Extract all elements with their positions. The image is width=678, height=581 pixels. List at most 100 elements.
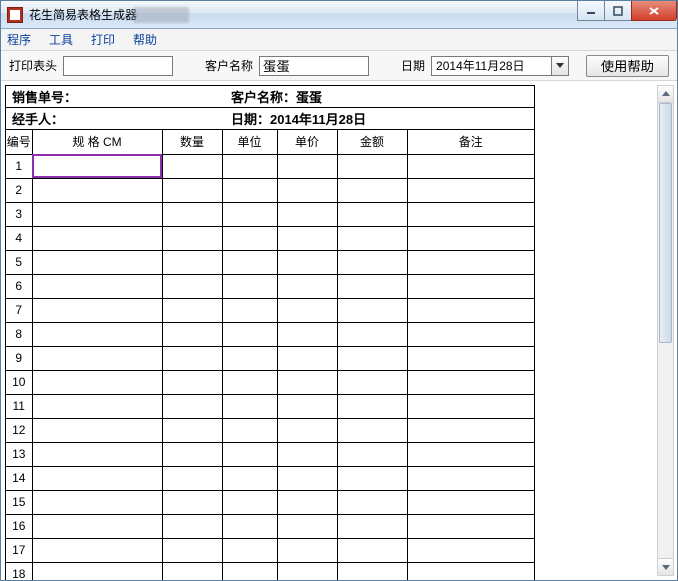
grid-cell[interactable]	[222, 538, 277, 562]
scroll-up-button[interactable]	[658, 86, 673, 103]
grid-cell[interactable]	[162, 346, 222, 370]
grid-cell[interactable]	[32, 178, 162, 202]
grid-cell[interactable]	[337, 538, 407, 562]
grid-cell[interactable]	[337, 202, 407, 226]
grid-cell[interactable]	[32, 154, 162, 178]
menu-help[interactable]: 帮助	[133, 31, 157, 48]
grid-cell[interactable]	[162, 274, 222, 298]
grid-cell[interactable]	[277, 154, 337, 178]
grid-cell[interactable]: 8	[6, 322, 32, 346]
grid-cell[interactable]	[407, 226, 534, 250]
grid-cell[interactable]	[337, 466, 407, 490]
grid-cell[interactable]: 14	[6, 466, 32, 490]
grid-cell[interactable]: 7	[6, 298, 32, 322]
grid-cell[interactable]	[222, 322, 277, 346]
grid-cell[interactable]	[277, 202, 337, 226]
grid-cell[interactable]	[222, 250, 277, 274]
grid-cell[interactable]: 3	[6, 202, 32, 226]
grid-cell[interactable]	[222, 562, 277, 580]
grid-cell[interactable]	[277, 298, 337, 322]
grid-cell[interactable]	[162, 178, 222, 202]
scrollbar-track[interactable]	[658, 103, 673, 558]
grid-cell[interactable]	[407, 298, 534, 322]
grid-cell[interactable]	[337, 442, 407, 466]
grid-cell[interactable]	[277, 226, 337, 250]
vertical-scrollbar[interactable]	[657, 85, 674, 576]
grid-cell[interactable]	[222, 514, 277, 538]
grid-cell[interactable]: 16	[6, 514, 32, 538]
grid-cell[interactable]	[32, 514, 162, 538]
date-value[interactable]: 2014年11月28日	[431, 56, 551, 76]
grid-cell[interactable]	[222, 418, 277, 442]
menu-print[interactable]: 打印	[91, 31, 115, 48]
grid-cell[interactable]	[407, 394, 534, 418]
grid-cell[interactable]	[32, 370, 162, 394]
grid-cell[interactable]	[222, 346, 277, 370]
grid-cell[interactable]	[277, 274, 337, 298]
grid-cell[interactable]	[337, 346, 407, 370]
grid-cell[interactable]: 6	[6, 274, 32, 298]
grid-cell[interactable]: 13	[6, 442, 32, 466]
grid-cell[interactable]: 4	[6, 226, 32, 250]
grid-cell[interactable]	[337, 514, 407, 538]
grid-cell[interactable]	[277, 442, 337, 466]
grid-cell[interactable]	[277, 250, 337, 274]
grid-cell[interactable]: 2	[6, 178, 32, 202]
grid-cell[interactable]	[407, 490, 534, 514]
menu-program[interactable]: 程序	[7, 31, 31, 48]
grid-cell[interactable]	[407, 346, 534, 370]
grid-cell[interactable]	[162, 202, 222, 226]
grid-cell[interactable]	[162, 466, 222, 490]
grid-cell[interactable]	[222, 298, 277, 322]
grid-cell[interactable]	[162, 226, 222, 250]
grid-cell[interactable]	[32, 202, 162, 226]
grid-cell[interactable]	[277, 178, 337, 202]
grid-cell[interactable]	[277, 538, 337, 562]
grid-cell[interactable]	[277, 490, 337, 514]
grid-cell[interactable]	[277, 370, 337, 394]
grid-cell[interactable]	[337, 178, 407, 202]
grid-cell[interactable]	[222, 202, 277, 226]
grid-cell[interactable]	[32, 562, 162, 580]
grid-cell[interactable]	[277, 322, 337, 346]
grid-cell[interactable]	[162, 418, 222, 442]
grid-cell[interactable]	[162, 562, 222, 580]
scrollbar-thumb[interactable]	[659, 103, 672, 343]
grid-cell[interactable]	[277, 514, 337, 538]
grid-cell[interactable]	[32, 250, 162, 274]
grid-cell[interactable]	[337, 274, 407, 298]
grid-cell[interactable]	[407, 442, 534, 466]
print-header-input[interactable]	[63, 56, 173, 76]
grid-cell[interactable]: 18	[6, 562, 32, 580]
grid-cell[interactable]	[162, 370, 222, 394]
grid-cell[interactable]	[277, 466, 337, 490]
close-button[interactable]	[631, 1, 677, 21]
grid-cell[interactable]	[162, 442, 222, 466]
grid-cell[interactable]	[32, 466, 162, 490]
grid-cell[interactable]	[32, 394, 162, 418]
customer-input[interactable]	[259, 56, 369, 76]
grid-cell[interactable]	[407, 538, 534, 562]
grid-cell[interactable]	[277, 562, 337, 580]
grid-cell[interactable]	[337, 394, 407, 418]
grid-cell[interactable]	[222, 226, 277, 250]
date-picker[interactable]: 2014年11月28日	[431, 56, 569, 76]
grid-cell[interactable]	[277, 418, 337, 442]
grid-cell[interactable]	[162, 154, 222, 178]
grid-cell[interactable]	[32, 298, 162, 322]
grid-cell[interactable]: 10	[6, 370, 32, 394]
grid-cell[interactable]	[407, 154, 534, 178]
grid-cell[interactable]	[407, 370, 534, 394]
grid-cell[interactable]	[162, 322, 222, 346]
grid-cell[interactable]: 5	[6, 250, 32, 274]
grid-cell[interactable]	[32, 490, 162, 514]
scroll-down-button[interactable]	[658, 558, 673, 575]
grid-cell[interactable]	[337, 298, 407, 322]
date-dropdown-button[interactable]	[551, 56, 569, 76]
grid-cell[interactable]: 9	[6, 346, 32, 370]
grid-cell[interactable]	[337, 490, 407, 514]
grid-cell[interactable]: 15	[6, 490, 32, 514]
grid-cell[interactable]	[222, 274, 277, 298]
grid-cell[interactable]	[222, 370, 277, 394]
maximize-button[interactable]	[604, 1, 632, 21]
